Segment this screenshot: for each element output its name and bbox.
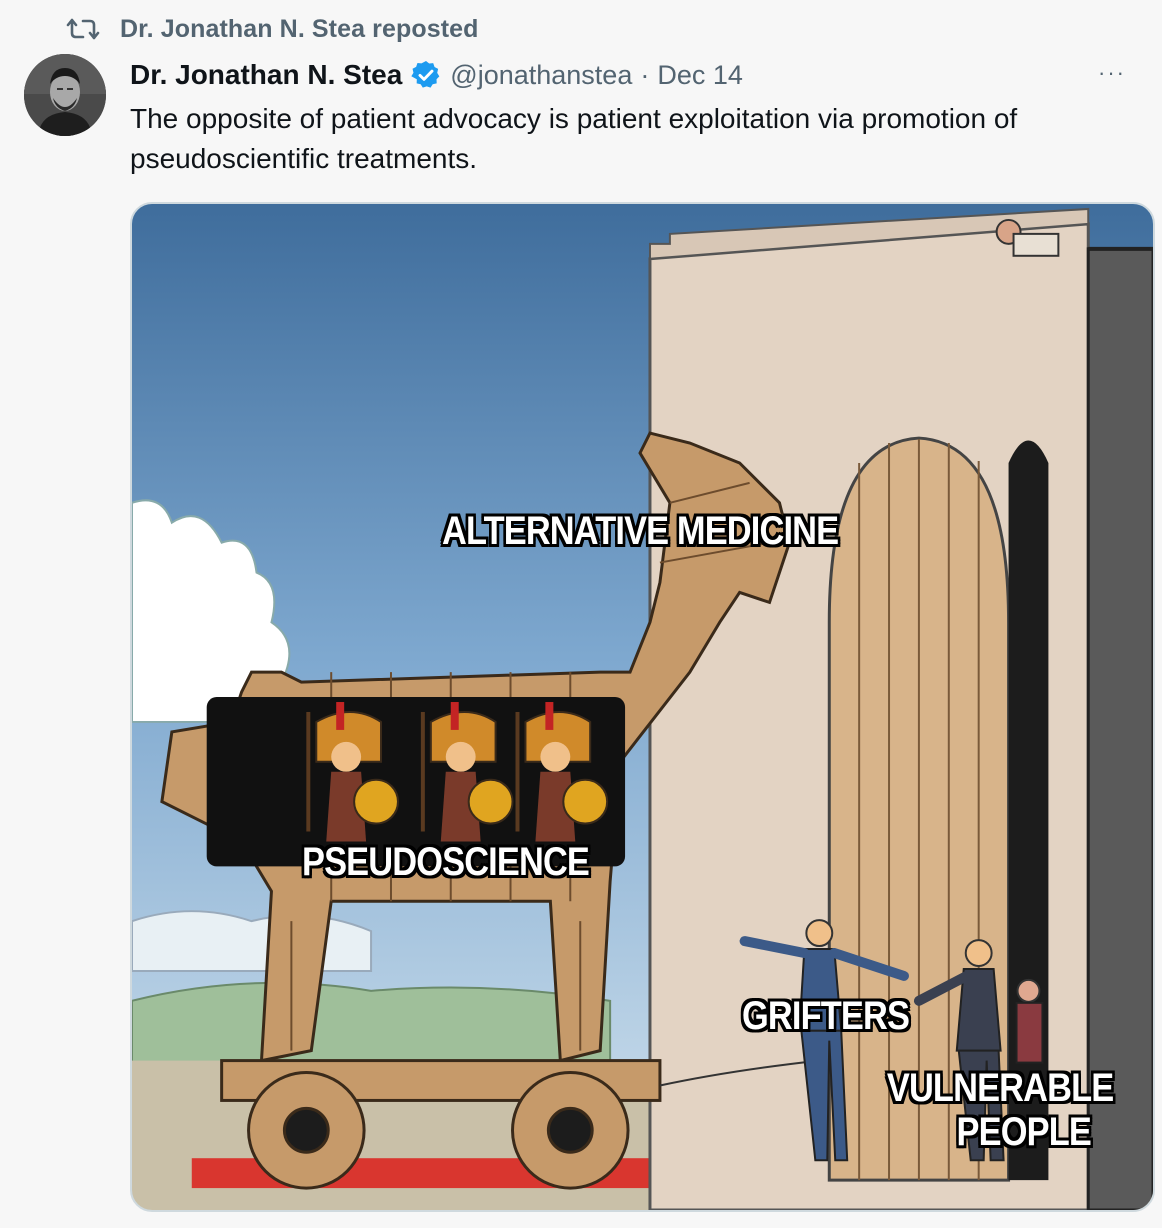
trojan-horse-illustration xyxy=(132,204,1153,1210)
tweet-date[interactable]: Dec 14 xyxy=(657,60,743,91)
avatar-photo xyxy=(24,54,106,136)
label-people: PEOPLE xyxy=(956,1110,1092,1154)
avatar[interactable] xyxy=(24,54,106,136)
more-icon[interactable]: ··· xyxy=(1092,57,1132,89)
tweet-header: Dr. Jonathan N. Stea @jonathanstea · Dec… xyxy=(130,55,1132,95)
repost-icon xyxy=(66,18,100,40)
author-name[interactable]: Dr. Jonathan N. Stea xyxy=(130,59,402,91)
label-vulnerable-people: VULNERABLE PEOPLE xyxy=(884,1066,1116,1154)
separator-dot: · xyxy=(640,59,650,90)
author-handle[interactable]: @jonathanstea xyxy=(450,60,632,91)
tweet-text: The opposite of patient advocacy is pati… xyxy=(130,103,1018,174)
repost-header[interactable]: Dr. Jonathan N. Stea reposted xyxy=(66,12,479,46)
label-pseudoscience: PSEUDOSCIENCE xyxy=(302,840,590,884)
label-vulnerable: VULNERABLE xyxy=(886,1066,1114,1110)
tweet-media-image[interactable]: ALTERNATIVE MEDICINE PSEUDOSCIENCE GRIFT… xyxy=(130,202,1155,1212)
repost-label[interactable]: Dr. Jonathan N. Stea reposted xyxy=(120,15,479,44)
verified-badge-icon[interactable] xyxy=(410,59,442,91)
label-grifters: GRIFTERS xyxy=(742,994,910,1038)
label-alternative-medicine: ALTERNATIVE MEDICINE xyxy=(442,509,839,553)
